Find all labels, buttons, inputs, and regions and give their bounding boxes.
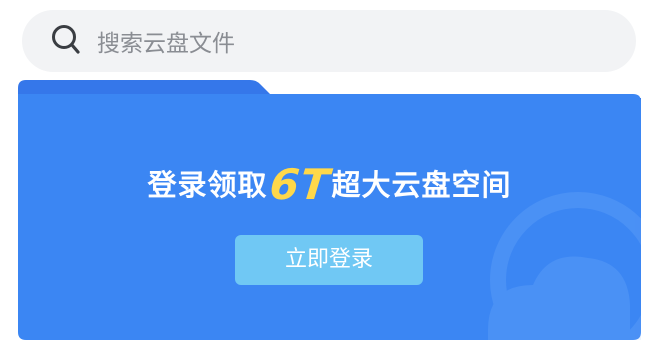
promo-title: 登录领取6T超大云盘空间 [18,160,641,209]
login-button[interactable]: 立即登录 [235,235,423,285]
promo-title-highlight: 6T [266,160,333,209]
search-placeholder[interactable]: 搜索云盘文件 [97,24,235,58]
promo-title-before: 登录领取 [147,168,268,202]
promo-title-after: 超大云盘空间 [331,168,512,202]
search-icon[interactable] [51,24,83,58]
folder-card-background [18,80,641,340]
promo-card: 登录领取6T超大云盘空间 立即登录 [18,80,641,340]
